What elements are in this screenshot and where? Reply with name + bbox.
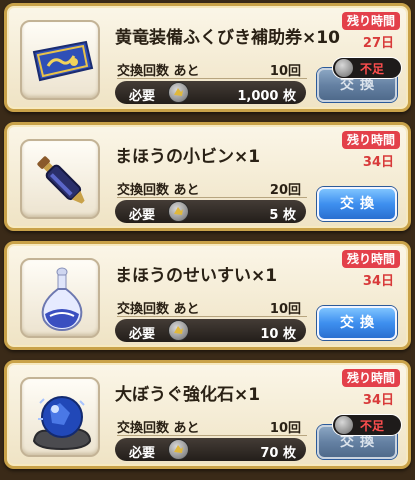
shortage-badge: 不足: [332, 414, 402, 436]
exchange-count-value: 10回: [269, 302, 301, 317]
remaining-time-badge: 残り時間: [342, 12, 400, 30]
holy-water-flask-icon: [41, 267, 83, 332]
shortage-label: 不足: [360, 419, 385, 433]
remaining-time-badge: 残り時間: [342, 250, 400, 268]
exchange-count-label: 交換回数 あと: [117, 183, 200, 198]
medal-coin-icon: [168, 82, 189, 103]
item-name: 大ぼうぐ強化石×1: [115, 385, 261, 405]
remaining-time-value: 34日: [362, 274, 394, 289]
remaining-time-badge: 残り時間: [342, 131, 400, 149]
cost-bar: 必要 1,000 枚: [115, 81, 306, 104]
exchange-item-card: まほうのせいすい×1 交換回数 あと 10回 必要 10 枚 残り時間 34日 …: [4, 241, 411, 350]
small-bottle-icon: [37, 156, 85, 204]
blue-orb-stone-icon: [32, 396, 92, 451]
medal-coin-icon: [168, 439, 189, 460]
remaining-time-value: 34日: [362, 393, 394, 408]
medal-coin-icon: [168, 320, 189, 341]
exchange-count-value: 10回: [269, 64, 301, 79]
exchange-count-value: 20回: [269, 183, 301, 198]
medal-coin-icon: [168, 201, 189, 222]
ticket-icon: [32, 40, 94, 82]
exchange-count-value: 10回: [269, 421, 301, 436]
cost-bar: 必要 70 枚: [115, 438, 306, 461]
medal-coin-icon: [335, 59, 353, 77]
item-name: まほうのせいすい×1: [115, 266, 278, 286]
medal-coin-icon: [335, 416, 353, 434]
remaining-time-value: 34日: [362, 155, 394, 170]
divider: [117, 197, 307, 198]
cost-label: 必要: [129, 208, 156, 223]
item-thumbnail: [20, 139, 100, 219]
item-thumbnail: [20, 20, 100, 100]
cost-label: 必要: [129, 446, 156, 461]
item-thumbnail: [20, 377, 100, 457]
cost-label: 必要: [129, 89, 156, 104]
exchange-count-label: 交換回数 あと: [117, 421, 200, 436]
divider: [117, 435, 307, 436]
item-name: まほうの小ビン×1: [115, 147, 261, 167]
cost-bar: 必要 10 枚: [115, 319, 306, 342]
cost-value: 10 枚: [260, 327, 296, 342]
remaining-time-badge: 残り時間: [342, 369, 400, 387]
divider: [117, 316, 307, 317]
cost-bar: 必要 5 枚: [115, 200, 306, 223]
cost-value: 70 枚: [260, 446, 296, 461]
cost-value: 5 枚: [269, 208, 296, 223]
item-thumbnail: [20, 258, 100, 338]
shortage-label: 不足: [360, 62, 385, 76]
shortage-badge: 不足: [332, 57, 402, 79]
cost-label: 必要: [129, 327, 156, 342]
exchange-item-card: 大ぼうぐ強化石×1 交換回数 あと 10回 必要 70 枚 残り時間 34日 交…: [4, 360, 411, 469]
exchange-count-label: 交換回数 あと: [117, 64, 200, 79]
cost-value: 1,000 枚: [237, 89, 296, 104]
exchange-item-card: まほうの小ビン×1 交換回数 あと 20回 必要 5 枚 残り時間 34日 交換: [4, 122, 411, 231]
exchange-button[interactable]: 交換: [317, 306, 397, 340]
exchange-item-card: 黄竜装備ふくびき補助券×10 交換回数 あと 10回 必要 1,000 枚 残り…: [4, 3, 411, 112]
divider: [117, 78, 307, 79]
exchange-count-label: 交換回数 あと: [117, 302, 200, 317]
remaining-time-value: 27日: [362, 36, 394, 51]
item-name: 黄竜装備ふくびき補助券×10: [115, 28, 340, 48]
exchange-button[interactable]: 交換: [317, 187, 397, 221]
